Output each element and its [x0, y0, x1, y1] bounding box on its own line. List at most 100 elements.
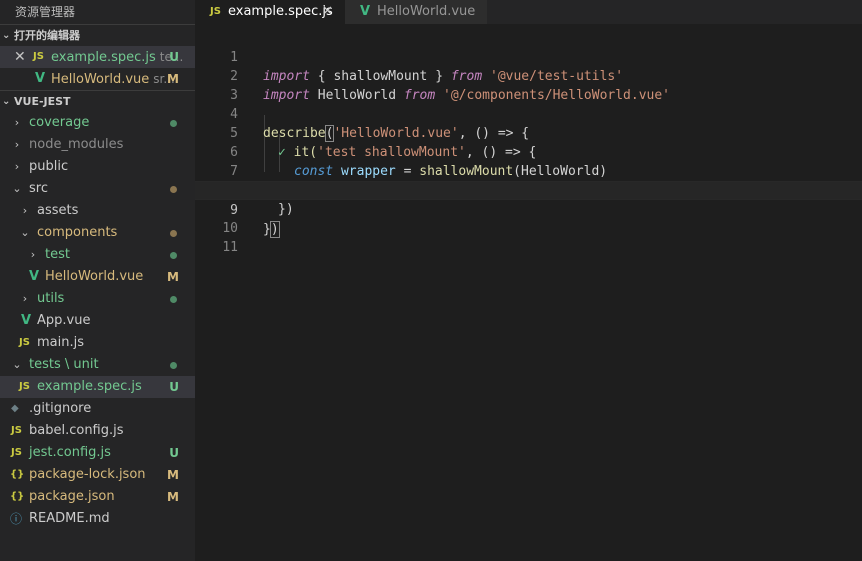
json-file-icon: {}: [10, 469, 25, 480]
tree-folder-node-modules[interactable]: › node_modules: [0, 134, 195, 156]
tree-item-label: babel.config.js: [29, 423, 124, 438]
tree-item-label: jest.config.js: [29, 445, 111, 460]
tree-file-main-js[interactable]: JS main.js: [0, 332, 195, 354]
project-header[interactable]: ⌄ VUE-JEST: [0, 90, 195, 112]
git-status-dot: [170, 362, 177, 369]
open-editor-name: HelloWorld.vue: [51, 72, 150, 87]
git-status-dot: [170, 252, 177, 259]
tree-item-label: example.spec.js: [37, 379, 142, 394]
tab-helloworld[interactable]: V HelloWorld.vue: [345, 0, 487, 24]
git-status-dot: [170, 296, 177, 303]
git-status-badge: M: [167, 490, 179, 504]
js-file-icon: JS: [11, 425, 22, 436]
git-status-dot: [170, 230, 177, 237]
vue-file-icon: V: [35, 71, 46, 86]
chevron-down-icon: ⌄: [20, 226, 30, 239]
git-status-dot: [170, 186, 177, 193]
code-line: 2 import HelloWorld from '@/components/H…: [195, 48, 862, 103]
vue-file-icon: V: [360, 4, 371, 19]
close-icon[interactable]: ✕: [14, 46, 26, 68]
current-code-line: 9 }): [195, 181, 862, 238]
explorer-sidebar: 资源管理器 ⌄ 打开的编辑器 ✕ JS example.spec.js te...…: [0, 0, 195, 561]
tree-item-label: App.vue: [37, 313, 91, 328]
tree-file-readme[interactable]: ⓘ README.md: [0, 508, 195, 530]
tree-file-jest-config[interactable]: JS jest.config.js U: [0, 442, 195, 464]
js-file-icon: JS: [33, 51, 44, 62]
git-status-badge: U: [169, 380, 179, 394]
tree-item-label: README.md: [29, 511, 110, 526]
tree-item-label: package.json: [29, 489, 115, 504]
code-line: 3: [195, 67, 862, 103]
open-editor-helloworld[interactable]: V HelloWorld.vue sr... M: [0, 68, 195, 90]
tree-folder-tests-unit[interactable]: ⌄ tests \ unit: [0, 354, 195, 376]
chevron-down-icon: ⌄: [2, 96, 11, 107]
tree-item-label: src: [29, 181, 48, 196]
git-file-icon: ◆: [11, 403, 19, 414]
chevron-right-icon: ›: [14, 138, 20, 151]
open-editors-header[interactable]: ⌄ 打开的编辑器: [0, 24, 195, 46]
git-status-badge: U: [169, 446, 179, 460]
tree-item-label: node_modules: [29, 137, 124, 152]
js-file-icon: JS: [11, 447, 22, 458]
chevron-right-icon: ›: [14, 116, 20, 129]
tree-item-label: .gitignore: [29, 401, 92, 416]
code-line: 1 import { shallowMount } from '@vue/tes…: [195, 29, 862, 84]
code-line: 7 expect(wrapper.exists()).toBe(true): [195, 143, 862, 198]
tab-label: HelloWorld.vue: [377, 4, 476, 19]
chevron-down-icon: ⌄: [12, 182, 22, 195]
git-status-dot: [170, 120, 177, 127]
open-editor-example-spec[interactable]: ✕ JS example.spec.js te... U: [0, 46, 195, 68]
tree-file-babel-config[interactable]: JS babel.config.js: [0, 420, 195, 442]
close-icon[interactable]: ✕: [322, 0, 333, 24]
code-editor[interactable]: 1 import { shallowMount } from '@vue/tes…: [195, 24, 862, 561]
git-status-badge: M: [167, 72, 179, 86]
tree-file-package-json[interactable]: {} package.json M: [0, 486, 195, 508]
tab-label: example.spec.js: [228, 4, 333, 19]
info-icon: ⓘ: [10, 512, 23, 526]
tree-file-app-vue[interactable]: V App.vue: [0, 310, 195, 332]
tab-example-spec[interactable]: JS example.spec.js ✕: [195, 0, 345, 24]
tree-folder-utils[interactable]: › utils: [0, 288, 195, 310]
code-line: 5 ✓ it('test shallowMount', () => {: [195, 105, 862, 160]
editor-tabs: JS example.spec.js ✕ V HelloWorld.vue: [195, 0, 862, 24]
tree-folder-test[interactable]: › test: [0, 244, 195, 266]
code-line: 4 describe('HelloWorld.vue', () => {: [195, 86, 862, 142]
git-status-badge: U: [169, 50, 179, 64]
chevron-down-icon: ⌄: [2, 30, 11, 41]
chevron-right-icon: ›: [22, 204, 28, 217]
open-editor-name: example.spec.js: [51, 50, 156, 65]
vue-file-icon: V: [29, 269, 40, 284]
js-file-icon: JS: [19, 337, 30, 348]
chevron-right-icon: ›: [22, 292, 28, 305]
js-file-icon: JS: [210, 6, 221, 17]
tree-file-example-spec[interactable]: JS example.spec.js U: [0, 376, 195, 398]
git-status-badge: M: [167, 270, 179, 284]
code-line: 6 const wrapper = shallowMount(HelloWorl…: [195, 124, 862, 179]
tree-folder-public[interactable]: › public: [0, 156, 195, 178]
tree-file-package-lock[interactable]: {} package-lock.json M: [0, 464, 195, 486]
tree-item-label: package-lock.json: [29, 467, 146, 482]
tree-item-label: main.js: [37, 335, 84, 350]
tree-folder-components[interactable]: ⌄ components: [0, 222, 195, 244]
code-line: 8 }): [195, 162, 862, 217]
tree-item-label: public: [29, 159, 69, 174]
tree-folder-coverage[interactable]: › coverage: [0, 112, 195, 134]
tree-item-label: coverage: [29, 115, 90, 130]
vue-file-icon: V: [21, 313, 32, 328]
open-editors-label: 打开的编辑器: [14, 29, 80, 42]
chevron-right-icon: ›: [14, 160, 20, 173]
tree-item-label: tests \ unit: [29, 357, 99, 372]
tree-item-label: utils: [37, 291, 65, 306]
line-number: 11: [222, 240, 238, 255]
tree-item-label: assets: [37, 203, 79, 218]
tree-file-gitignore[interactable]: ◆ .gitignore: [0, 398, 195, 420]
tree-file-helloworld[interactable]: V HelloWorld.vue M: [0, 266, 195, 288]
tree-item-label: components: [37, 225, 118, 240]
tree-folder-assets[interactable]: › assets: [0, 200, 195, 222]
chevron-right-icon: ›: [30, 248, 36, 261]
tree-folder-src[interactable]: ⌄ src: [0, 178, 195, 200]
code-line: 10: [195, 200, 862, 236]
chevron-down-icon: ⌄: [12, 358, 22, 371]
git-status-badge: M: [167, 468, 179, 482]
tree-item-label: HelloWorld.vue: [45, 269, 144, 284]
